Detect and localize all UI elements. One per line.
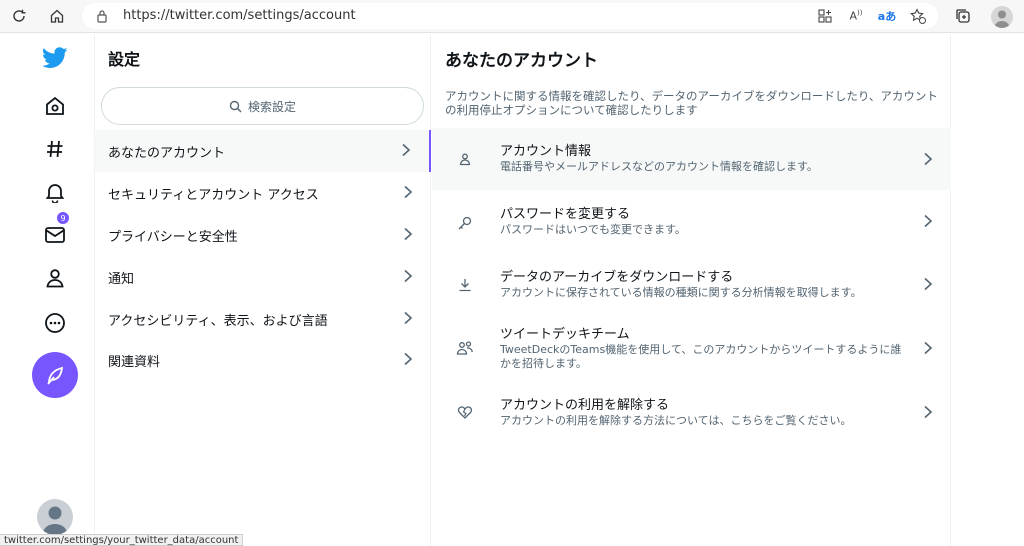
nav-more[interactable] [38,306,72,340]
people-icon [456,339,474,357]
account-item-password[interactable]: パスワードを変更する パスワードはいつでも変更できます。 [432,194,951,252]
settings-column: 設定 検索設定 あなたのアカウント セキュリティとアカウント アクセス プライバ… [95,34,431,546]
account-item-subtitle: アカウントに保存されている情報の種類に関する分析情報を取得します。 [500,286,862,299]
account-item-title: アカウントの利用を解除する [500,398,670,413]
favorite-button[interactable] [908,7,928,25]
chevron-right-icon [404,269,413,283]
translate-icon: aあ [877,10,897,23]
person-icon [46,269,64,288]
settings-item-label: アクセシビリティ、表示、および言語 [108,313,328,329]
lock-icon [97,10,107,23]
nav-explore[interactable] [38,132,72,166]
nav-home[interactable] [38,89,72,123]
account-title: あなたのアカウント [445,51,598,71]
home-button[interactable] [44,5,70,27]
chevron-right-icon [404,185,413,199]
address-bar[interactable]: https://twitter.com/settings/account A))… [82,3,938,29]
compose-tweet-button[interactable] [32,352,78,398]
user-silhouette-icon [42,506,68,535]
chevron-right-icon [404,227,413,241]
account-column: あなたのアカウント アカウントに関する情報を確認したり、データのアーカイブをダウ… [432,34,951,546]
url-text[interactable]: https://twitter.com/settings/account [123,8,356,23]
nav-profile[interactable] [38,261,72,295]
twitter-logo-link[interactable] [38,41,72,75]
chevron-right-icon [404,311,413,325]
search-icon [229,100,242,112]
app-available-button[interactable] [815,7,835,25]
search-placeholder: 検索設定 [247,99,296,114]
account-item-tweetdeck-teams[interactable]: ツイートデッキチーム TweetDeckのTeams機能を使用して、このアカウン… [432,318,951,380]
status-bar-url: twitter.com/settings/your_twitter_data/a… [0,534,244,546]
account-item-deactivate[interactable]: アカウントの利用を解除する アカウントの利用を解除する方法については、こちらをご… [432,384,951,440]
settings-item-security[interactable]: セキュリティとアカウント アクセス [95,172,431,214]
settings-item-label: あなたのアカウント [108,145,226,161]
home-icon [46,96,64,115]
download-icon [456,276,474,294]
bell-icon [45,184,65,203]
broken-heart-icon [456,403,474,421]
account-item-subtitle: パスワードはいつでも変更できます。 [500,223,686,236]
user-silhouette-icon [994,10,1010,28]
primary-nav: 9 [0,34,95,546]
settings-item-your-account[interactable]: あなたのアカウント [95,130,431,172]
settings-item-accessibility[interactable]: アクセシビリティ、表示、および言語 [95,298,431,340]
chevron-right-icon [924,152,933,166]
account-item-title: パスワードを変更する [500,207,631,222]
settings-item-label: 関連資料 [108,354,161,370]
collections-icon [956,9,970,23]
person-icon [456,150,474,168]
settings-item-label: セキュリティとアカウント アクセス [108,187,319,203]
settings-title: 設定 [108,50,141,69]
settings-item-label: プライバシーと安全性 [108,229,238,245]
nav-messages[interactable] [38,218,72,252]
star-plus-icon [910,8,926,24]
settings-item-label: 通知 [108,271,135,287]
account-item-subtitle: アカウントの利用を解除する方法については、こちらをご覧ください。 [500,414,852,427]
account-item-info[interactable]: アカウント情報 電話番号やメールアドレスなどのアカウント情報を確認します。 [432,128,951,190]
mail-icon [45,227,65,243]
read-aloud-button[interactable]: A)) [846,7,866,25]
nav-notifications[interactable] [38,175,72,209]
refresh-button[interactable] [6,5,32,27]
account-avatar[interactable] [37,499,73,535]
settings-item-privacy[interactable]: プライバシーと安全性 [95,214,431,256]
profile-avatar[interactable] [991,6,1013,28]
settings-item-notifications[interactable]: 通知 [95,256,431,298]
account-item-subtitle: 電話番号やメールアドレスなどのアカウント情報を確認します。 [500,160,818,173]
more-circle-icon [45,313,65,333]
account-item-subtitle: TweetDeckのTeams機能を使用して、このアカウントからツイートするよう… [500,343,902,370]
chevron-right-icon [402,143,411,157]
feather-icon [47,366,64,385]
account-item-title: ツイートデッキチーム [500,327,630,342]
chevron-right-icon [404,352,413,366]
translate-button[interactable]: aあ [877,7,897,25]
account-item-title: アカウント情報 [500,144,592,159]
chevron-right-icon [924,214,933,228]
account-description: アカウントに関する情報を確認したり、データのアーカイブをダウンロードしたり、アカ… [445,89,938,117]
read-aloud-icon: A)) [849,9,863,23]
collections-button[interactable] [951,5,975,27]
chevron-right-icon [924,277,933,291]
hashtag-icon [47,140,63,158]
settings-item-resources[interactable]: 関連資料 [95,339,431,381]
browser-toolbar: https://twitter.com/settings/account A))… [0,0,1024,33]
chevron-right-icon [924,405,933,419]
refresh-icon [13,9,26,22]
account-item-download-archive[interactable]: データのアーカイブをダウンロードする アカウントに保存されている情報の種類に関す… [432,256,951,314]
grid-plus-icon [818,9,832,23]
home-icon [50,9,64,23]
chevron-right-icon [924,341,933,355]
key-icon [456,214,474,232]
twitter-bird-icon [42,47,68,68]
account-item-title: データのアーカイブをダウンロードする [500,270,734,285]
settings-search[interactable]: 検索設定 [101,87,424,125]
